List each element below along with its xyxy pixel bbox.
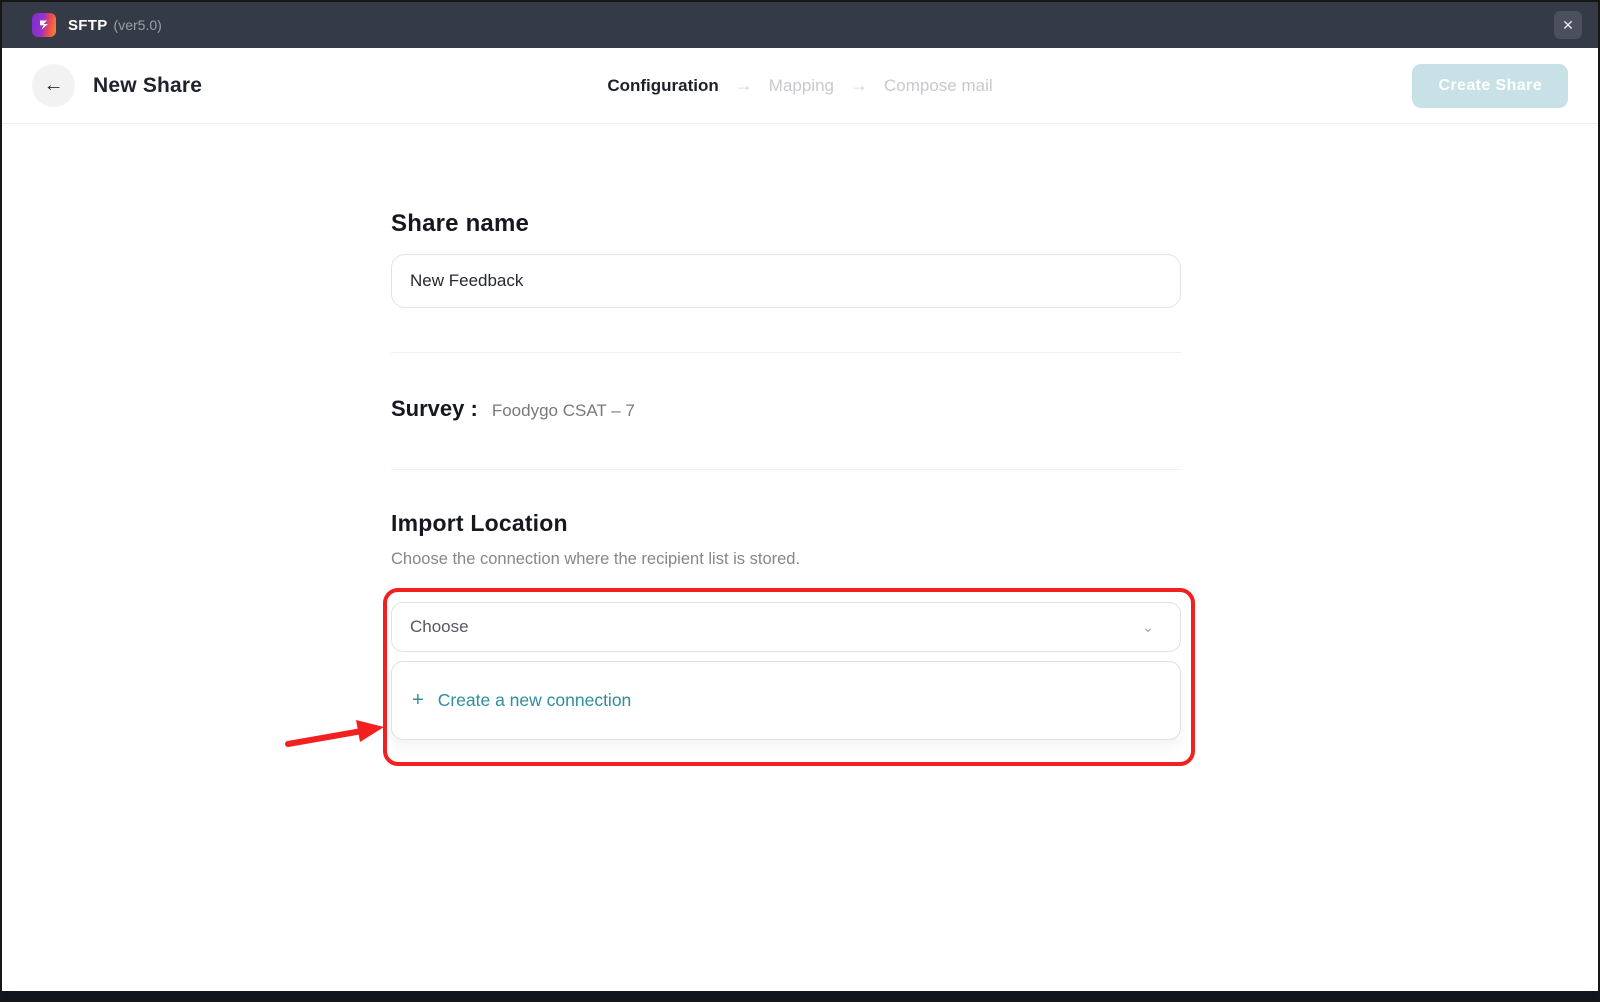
app-name: SFTP: [68, 17, 108, 34]
step-arrow-icon: →: [735, 75, 753, 96]
plus-icon: +: [412, 689, 424, 712]
app-version: (ver5.0): [114, 17, 162, 33]
step-arrow-icon: →: [850, 75, 868, 96]
share-name-heading: Share name: [391, 210, 1181, 238]
titlebar: SFTP (ver5.0) ✕: [2, 2, 1598, 48]
connection-dropdown-panel: + Create a new connection: [391, 661, 1181, 740]
page-title: New Share: [93, 74, 202, 98]
connection-dropdown[interactable]: Choose ⌄: [391, 602, 1181, 652]
survey-value: Foodygo CSAT – 7: [492, 401, 635, 421]
chevron-down-icon: ⌄: [1142, 619, 1154, 636]
page-header: ← New Share Configuration → Mapping → Co…: [2, 48, 1598, 124]
close-icon[interactable]: ✕: [1554, 11, 1582, 39]
divider: [391, 469, 1181, 470]
step-compose-mail[interactable]: Compose mail: [884, 76, 993, 96]
app-logo-icon: [32, 13, 56, 37]
create-new-connection-label: Create a new connection: [438, 690, 632, 711]
import-location-heading: Import Location: [391, 510, 1181, 537]
divider: [391, 352, 1181, 353]
stepper: Configuration → Mapping → Compose mail: [607, 75, 992, 96]
app-window: SFTP (ver5.0) ✕ ← New Share Configuratio…: [0, 0, 1600, 1002]
step-configuration[interactable]: Configuration: [607, 76, 718, 96]
main-content: Share name Survey : Foodygo CSAT – 7 Imp…: [2, 124, 1598, 991]
create-share-button[interactable]: Create Share: [1412, 64, 1568, 108]
share-name-input[interactable]: [391, 254, 1181, 308]
bottom-bar: [2, 991, 1598, 1000]
annotation-arrow-icon: [270, 698, 390, 748]
create-new-connection-option[interactable]: + Create a new connection: [412, 689, 631, 712]
step-mapping[interactable]: Mapping: [769, 76, 834, 96]
survey-label: Survey :: [391, 396, 478, 422]
back-button[interactable]: ←: [32, 64, 75, 107]
connection-dropdown-value: Choose: [410, 617, 469, 637]
import-location-description: Choose the connection where the recipien…: [391, 550, 800, 569]
survey-row: Survey : Foodygo CSAT – 7: [391, 396, 635, 422]
back-arrow-icon: ←: [44, 74, 64, 97]
